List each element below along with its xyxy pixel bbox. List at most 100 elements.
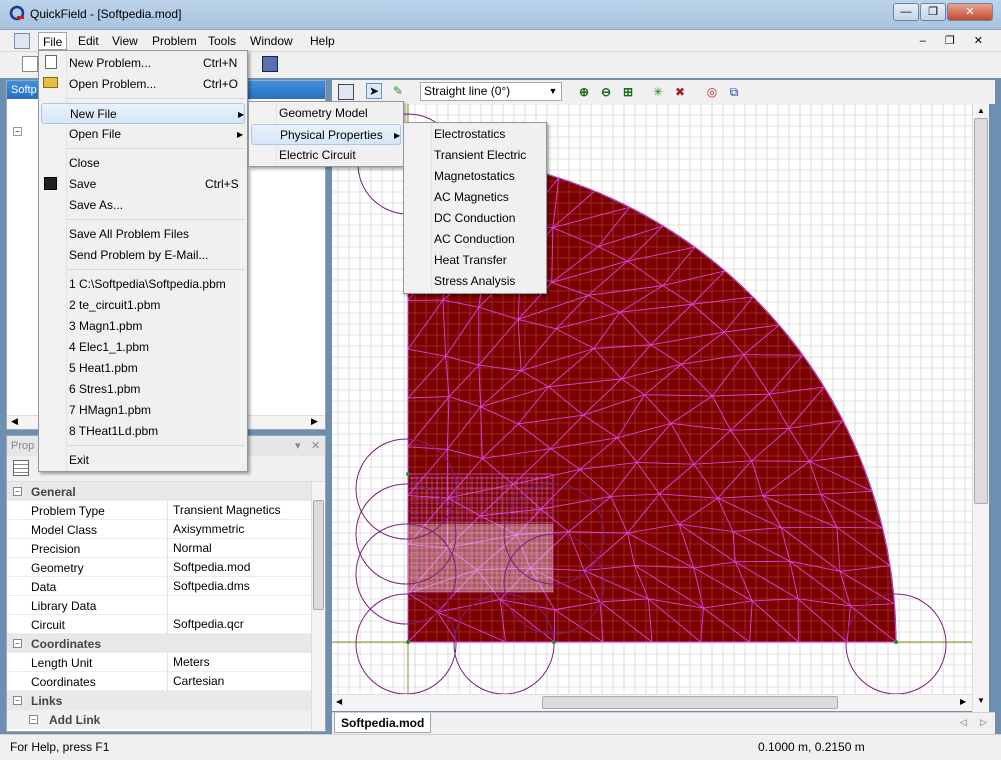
categorized-view-icon[interactable]: [13, 460, 29, 476]
pane-dropdown-icon[interactable]: ▾: [295, 436, 301, 456]
library-icon[interactable]: [262, 56, 278, 72]
tab-scroll-left-icon[interactable]: ◁: [960, 717, 967, 728]
new-icon[interactable]: [22, 56, 38, 72]
zoom-in-icon[interactable]: ⊕: [576, 84, 592, 100]
menu-edit[interactable]: Edit: [74, 32, 103, 50]
prop-row[interactable]: Model Class Axisymmetric: [7, 520, 311, 539]
menu-help[interactable]: Help: [306, 32, 339, 50]
menu-recent-file[interactable]: 6 Stres1.pbm: [41, 379, 245, 400]
mdi-window-controls[interactable]: – ❐ ✕: [920, 34, 991, 47]
collapse-icon[interactable]: −: [13, 487, 22, 496]
menu-save-all[interactable]: Save All Problem Files: [41, 224, 245, 245]
menu-heat-transfer[interactable]: Heat Transfer: [406, 250, 544, 271]
prop-row[interactable]: Precision Normal: [7, 539, 311, 558]
prop-value[interactable]: Softpedia.dms: [173, 579, 250, 593]
build-mesh-icon[interactable]: ✳: [650, 84, 666, 100]
scroll-left-arrow-icon[interactable]: ◀: [336, 697, 342, 706]
chevron-down-icon[interactable]: ▼: [546, 84, 560, 99]
add-line-icon[interactable]: ✎: [390, 83, 406, 99]
prop-value[interactable]: Transient Magnetics: [173, 503, 281, 517]
scroll-down-arrow-icon[interactable]: ▼: [977, 696, 985, 705]
select-cursor-icon[interactable]: ➤: [366, 83, 382, 99]
canvas-vertical-scrollbar[interactable]: ▲ ▼: [972, 104, 989, 712]
menu-open-problem[interactable]: Open Problem... Ctrl+O: [41, 74, 245, 95]
prop-category-general[interactable]: − General: [7, 482, 311, 501]
menu-close[interactable]: Close: [41, 153, 245, 174]
menu-dc-conduction[interactable]: DC Conduction: [406, 208, 544, 229]
remove-mesh-icon[interactable]: ✖: [672, 84, 688, 100]
prop-row[interactable]: Coordinates Cartesian: [7, 672, 311, 691]
tab-scroll-right-icon[interactable]: ▷: [980, 717, 987, 728]
menu-magnetostatics[interactable]: Magnetostatics: [406, 166, 544, 187]
menu-stress-analysis[interactable]: Stress Analysis: [406, 271, 544, 292]
scroll-right-arrow-icon[interactable]: ▶: [311, 416, 318, 427]
menu-geometry-model[interactable]: Geometry Model: [251, 103, 401, 124]
scroll-thumb[interactable]: [974, 118, 988, 504]
prop-value[interactable]: Softpedia.mod: [173, 560, 250, 574]
prop-value[interactable]: Cartesian: [173, 674, 224, 688]
scroll-thumb[interactable]: [313, 500, 324, 610]
menu-physical-properties[interactable]: Physical Properties ▶: [251, 124, 401, 145]
scroll-up-arrow-icon[interactable]: ▲: [977, 106, 985, 115]
prop-row[interactable]: Library Data: [7, 596, 311, 615]
pane-close-icon[interactable]: ✕: [311, 436, 320, 456]
line-type-select[interactable]: Straight line (0°) ▼: [420, 82, 562, 101]
scroll-right-arrow-icon[interactable]: ▶: [960, 697, 966, 706]
prop-value[interactable]: Normal: [173, 541, 212, 555]
scroll-left-arrow-icon[interactable]: ◀: [11, 416, 18, 427]
menu-recent-file[interactable]: 8 THeat1Ld.pbm: [41, 421, 245, 442]
menu-electrostatics[interactable]: Electrostatics: [406, 124, 544, 145]
vertex-icon[interactable]: ◎: [704, 84, 720, 100]
menu-file[interactable]: File: [38, 32, 68, 50]
menu-electric-circuit[interactable]: Electric Circuit: [251, 145, 401, 166]
menu-recent-file[interactable]: 5 Heat1.pbm: [41, 358, 245, 379]
menu-recent-file[interactable]: 4 Elec1_1.pbm: [41, 337, 245, 358]
menu-open-file[interactable]: Open File ▶: [41, 124, 245, 145]
menu-recent-file[interactable]: 3 Magn1.pbm: [41, 316, 245, 337]
menu-save[interactable]: Save Ctrl+S: [41, 174, 245, 195]
zoom-out-icon[interactable]: ⊖: [598, 84, 614, 100]
canvas-horizontal-scrollbar[interactable]: ◀ ▶: [332, 694, 972, 711]
scroll-thumb[interactable]: [542, 696, 838, 709]
collapse-icon[interactable]: −: [29, 715, 38, 724]
menu-problem[interactable]: Problem: [148, 32, 201, 50]
menu-recent-file[interactable]: 2 te_circuit1.pbm: [41, 295, 245, 316]
menu-recent-file[interactable]: 7 HMagn1.pbm: [41, 400, 245, 421]
window-icon[interactable]: [338, 84, 354, 100]
menu-recent-file[interactable]: 1 C:\Softpedia\Softpedia.pbm: [41, 274, 245, 295]
minimize-button[interactable]: —: [893, 3, 919, 21]
document-icon[interactable]: [14, 33, 30, 49]
file-menu: New Problem... Ctrl+N Open Problem... Ctrl…: [38, 50, 248, 472]
menu-new-problem[interactable]: New Problem... Ctrl+N: [41, 53, 245, 74]
prop-value[interactable]: Meters: [173, 655, 210, 669]
menu-view[interactable]: View: [108, 32, 142, 50]
prop-value[interactable]: Axisymmetric: [173, 522, 244, 536]
menu-transient-electric[interactable]: Transient Electric: [406, 145, 544, 166]
add-link-row[interactable]: − Add Link: [7, 710, 311, 729]
menu-window[interactable]: Window: [246, 32, 297, 50]
prop-value[interactable]: Softpedia.qcr: [173, 617, 244, 631]
prop-row[interactable]: Problem Type Transient Magnetics: [7, 501, 311, 520]
menu-ac-magnetics[interactable]: AC Magnetics: [406, 187, 544, 208]
prop-row[interactable]: Geometry Softpedia.mod: [7, 558, 311, 577]
prop-category-coordinates[interactable]: − Coordinates: [7, 634, 311, 653]
copy-icon[interactable]: ⧉: [726, 84, 742, 100]
tree-expand-toggle[interactable]: −: [13, 127, 22, 136]
prop-row[interactable]: Data Softpedia.dms: [7, 577, 311, 596]
collapse-icon[interactable]: −: [13, 696, 22, 705]
menu-new-file[interactable]: New File ▶: [41, 103, 245, 124]
collapse-icon[interactable]: −: [13, 639, 22, 648]
prop-row[interactable]: Circuit Softpedia.qcr: [7, 615, 311, 634]
zoom-fit-icon[interactable]: ⊞: [620, 84, 636, 100]
prop-row[interactable]: Length Unit Meters: [7, 653, 311, 672]
properties-scrollbar[interactable]: [311, 482, 325, 731]
menu-tools[interactable]: Tools: [204, 32, 240, 50]
tab-softpedia-mod[interactable]: Softpedia.mod: [334, 713, 432, 733]
menu-exit[interactable]: Exit: [41, 450, 245, 471]
menu-save-as[interactable]: Save As...: [41, 195, 245, 216]
maximize-button[interactable]: ❐: [920, 3, 946, 21]
prop-category-links[interactable]: − Links: [7, 691, 311, 710]
menu-send-email[interactable]: Send Problem by E-Mail...: [41, 245, 245, 266]
close-button[interactable]: ✕: [947, 3, 993, 21]
menu-ac-conduction[interactable]: AC Conduction: [406, 229, 544, 250]
